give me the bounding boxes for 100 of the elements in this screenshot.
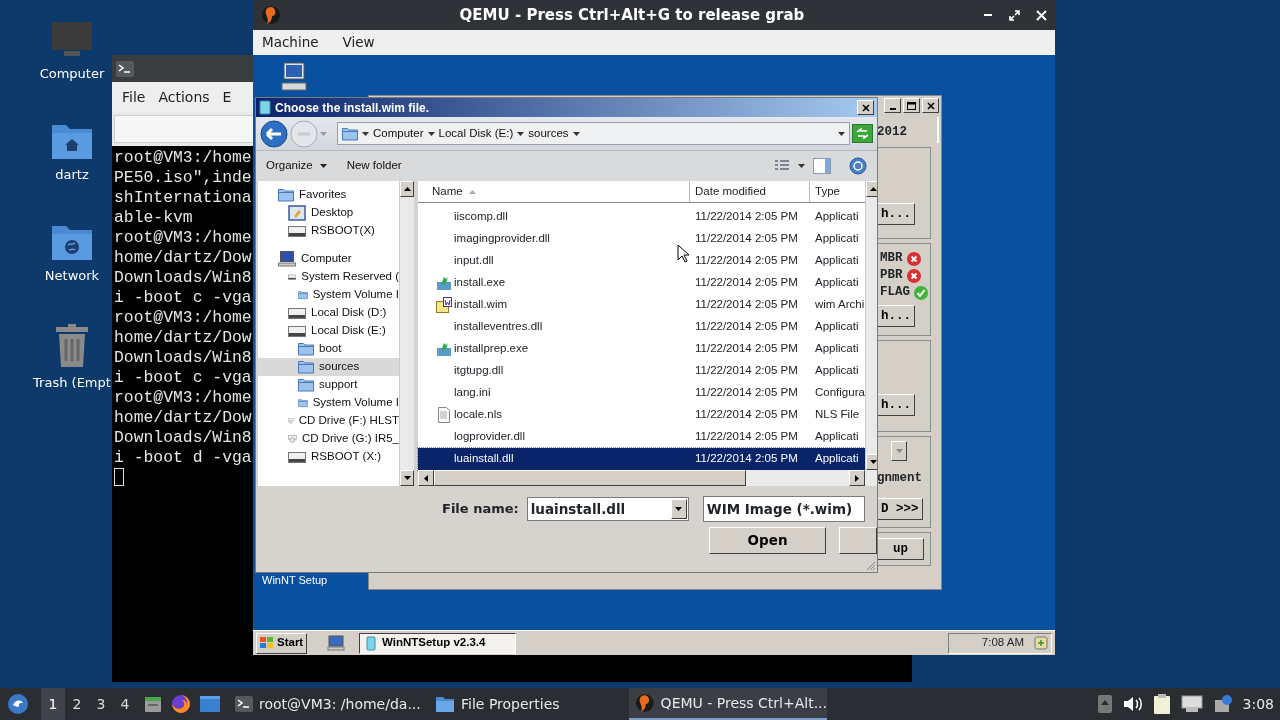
window-icon[interactable] bbox=[199, 695, 221, 713]
tree-item[interactable]: Local Disk (E:) bbox=[258, 322, 399, 340]
file-row[interactable]: imagingprovider.dll 11/22/2014 2:05 PM Applicati bbox=[418, 228, 865, 250]
computer-icon[interactable] bbox=[327, 635, 345, 651]
close-icon[interactable] bbox=[1036, 9, 1047, 21]
browse-button[interactable]: h... bbox=[877, 203, 915, 225]
next-button[interactable]: D >>> bbox=[877, 497, 923, 520]
caret-icon[interactable] bbox=[427, 131, 435, 136]
cancel-button[interactable] bbox=[839, 527, 877, 554]
workspace-button[interactable]: 1 bbox=[41, 688, 65, 720]
show-hidden-icon[interactable] bbox=[1096, 694, 1113, 714]
file-row[interactable]: iiscomp.dll 11/22/2014 2:05 PM Applicati bbox=[418, 206, 865, 228]
address-bar[interactable]: Computer Local Disk (E:) sources bbox=[337, 122, 850, 145]
tree-item[interactable]: Local Disk (D:) bbox=[258, 304, 399, 322]
column-header[interactable]: Date modified bbox=[690, 181, 810, 202]
tree-item[interactable]: System Reserved ( bbox=[258, 268, 399, 286]
scrollbar[interactable] bbox=[399, 181, 414, 486]
arrow-down-icon[interactable] bbox=[403, 476, 411, 480]
menu-item[interactable]: Actions bbox=[158, 86, 210, 108]
back-icon[interactable] bbox=[260, 119, 288, 148]
minimize-button[interactable] bbox=[884, 98, 901, 113]
tree-item[interactable]: CD Drive (G:) IR5_ bbox=[258, 430, 399, 448]
column-header[interactable]: Name bbox=[418, 181, 690, 202]
organize-menu[interactable]: Organize bbox=[266, 157, 327, 175]
caret-icon[interactable] bbox=[362, 131, 369, 136]
maximize-button[interactable] bbox=[903, 98, 920, 113]
column-header[interactable]: Type bbox=[810, 181, 865, 202]
taskbar-button[interactable]: File Properties bbox=[429, 688, 627, 720]
scrollbar[interactable] bbox=[864, 181, 877, 470]
tree-item[interactable]: System Volume I bbox=[258, 394, 399, 412]
icon-label[interactable]: Network bbox=[44, 266, 100, 286]
tree-item[interactable]: support bbox=[258, 376, 399, 394]
resize-grip-icon[interactable] bbox=[864, 559, 876, 571]
taskbar-button[interactable]: WinNTSetup v2.3.4 bbox=[359, 632, 516, 654]
arrow-up-icon[interactable] bbox=[870, 187, 877, 191]
scrollbar[interactable] bbox=[418, 470, 877, 486]
icon-label[interactable]: WinNT Setup bbox=[262, 572, 328, 589]
browse-button[interactable]: h... bbox=[877, 394, 915, 416]
file-row[interactable]: install.wim 11/22/2014 2:05 PM wim Archi bbox=[418, 294, 865, 316]
notification-icon[interactable] bbox=[1212, 694, 1233, 714]
tree-item[interactable]: sources bbox=[258, 358, 399, 376]
file-row[interactable]: logprovider.dll 11/22/2014 2:05 PM Applicati bbox=[418, 426, 865, 448]
close-button[interactable] bbox=[857, 100, 874, 115]
dropdown-button[interactable] bbox=[891, 441, 907, 461]
preview-pane-icon[interactable] bbox=[813, 158, 831, 174]
workspace-button[interactable]: 2 bbox=[65, 688, 89, 720]
caret-icon[interactable] bbox=[319, 164, 327, 168]
tree-item[interactable]: CD Drive (F:) HLST bbox=[258, 412, 399, 430]
taskbar-button[interactable]: QEMU - Press Ctrl+Alt... bbox=[629, 688, 827, 720]
caret-icon[interactable] bbox=[798, 164, 805, 168]
view-list-icon[interactable] bbox=[774, 159, 790, 173]
menu-item[interactable]: View bbox=[342, 32, 375, 53]
breadcrumb-item[interactable]: Local Disk (E:) bbox=[438, 124, 514, 143]
arrow-left-icon[interactable] bbox=[424, 474, 428, 482]
file-name-field[interactable]: luainstall.dll bbox=[526, 497, 689, 521]
caret-icon[interactable] bbox=[517, 131, 525, 136]
refresh-icon[interactable] bbox=[852, 124, 873, 143]
breadcrumb-item[interactable]: Computer bbox=[373, 124, 424, 143]
icon-label[interactable]: dartz bbox=[55, 165, 89, 185]
arrow-down-icon[interactable] bbox=[870, 460, 877, 464]
arrow-right-icon[interactable] bbox=[854, 474, 859, 482]
clipboard-icon[interactable] bbox=[1152, 693, 1171, 715]
tree-item[interactable]: RSBOOT(X) bbox=[258, 222, 399, 240]
close-button[interactable] bbox=[922, 98, 939, 113]
file-row[interactable]: locale.nls 11/22/2014 2:05 PM NLS File bbox=[418, 404, 865, 426]
tree-item[interactable]: System Volume I bbox=[258, 286, 399, 304]
file-row[interactable]: input.dll 11/22/2014 2:05 PM Applicati bbox=[418, 250, 865, 272]
file-row[interactable]: installprep.exe 11/22/2014 2:05 PM Applicati bbox=[418, 338, 865, 360]
breadcrumb-item[interactable]: sources bbox=[528, 124, 569, 143]
menu-item[interactable]: Machine bbox=[262, 32, 319, 53]
new-folder-button[interactable]: New folder bbox=[346, 157, 402, 175]
menu-item[interactable]: E bbox=[222, 86, 232, 108]
maximize-icon[interactable] bbox=[1009, 9, 1020, 21]
browse-button[interactable]: h... bbox=[877, 305, 915, 327]
caret-icon[interactable] bbox=[572, 131, 580, 136]
file-type-filter[interactable]: WIM Image (*.wim) bbox=[702, 496, 865, 522]
caret-icon[interactable] bbox=[838, 131, 845, 136]
arrow-up-icon[interactable] bbox=[403, 187, 411, 191]
computer-icon[interactable] bbox=[281, 62, 307, 92]
workspace-button[interactable]: 4 bbox=[113, 688, 137, 720]
start-button[interactable]: Start bbox=[256, 632, 307, 654]
icon-label[interactable]: Trash (Empt bbox=[33, 373, 111, 393]
tree-item[interactable]: Favorites bbox=[258, 186, 399, 204]
menu-item[interactable]: File bbox=[122, 86, 146, 108]
setup-button[interactable]: up bbox=[877, 538, 924, 560]
icon-label[interactable]: Computer bbox=[39, 64, 105, 84]
network-icon[interactable] bbox=[1180, 695, 1203, 713]
file-cabinet-icon[interactable] bbox=[143, 694, 163, 714]
help-icon[interactable] bbox=[849, 157, 867, 175]
file-row[interactable]: lang.ini 11/22/2014 2:05 PM Configura bbox=[418, 382, 865, 404]
taskbar-button[interactable]: root@VM3: /home/da... bbox=[229, 688, 427, 720]
file-row[interactable]: itgtupg.dll 11/22/2014 2:05 PM Applicati bbox=[418, 360, 865, 382]
browser-icon[interactable] bbox=[171, 694, 191, 714]
caret-icon[interactable] bbox=[675, 507, 683, 511]
tree-item[interactable]: RSBOOT (X:) bbox=[258, 448, 399, 466]
tree-item[interactable]: boot bbox=[258, 340, 399, 358]
volume-icon[interactable] bbox=[1122, 696, 1143, 712]
workspace-button[interactable]: 3 bbox=[89, 688, 113, 720]
tree-item[interactable]: Desktop bbox=[258, 204, 399, 222]
tree-item[interactable]: Computer bbox=[258, 250, 399, 268]
